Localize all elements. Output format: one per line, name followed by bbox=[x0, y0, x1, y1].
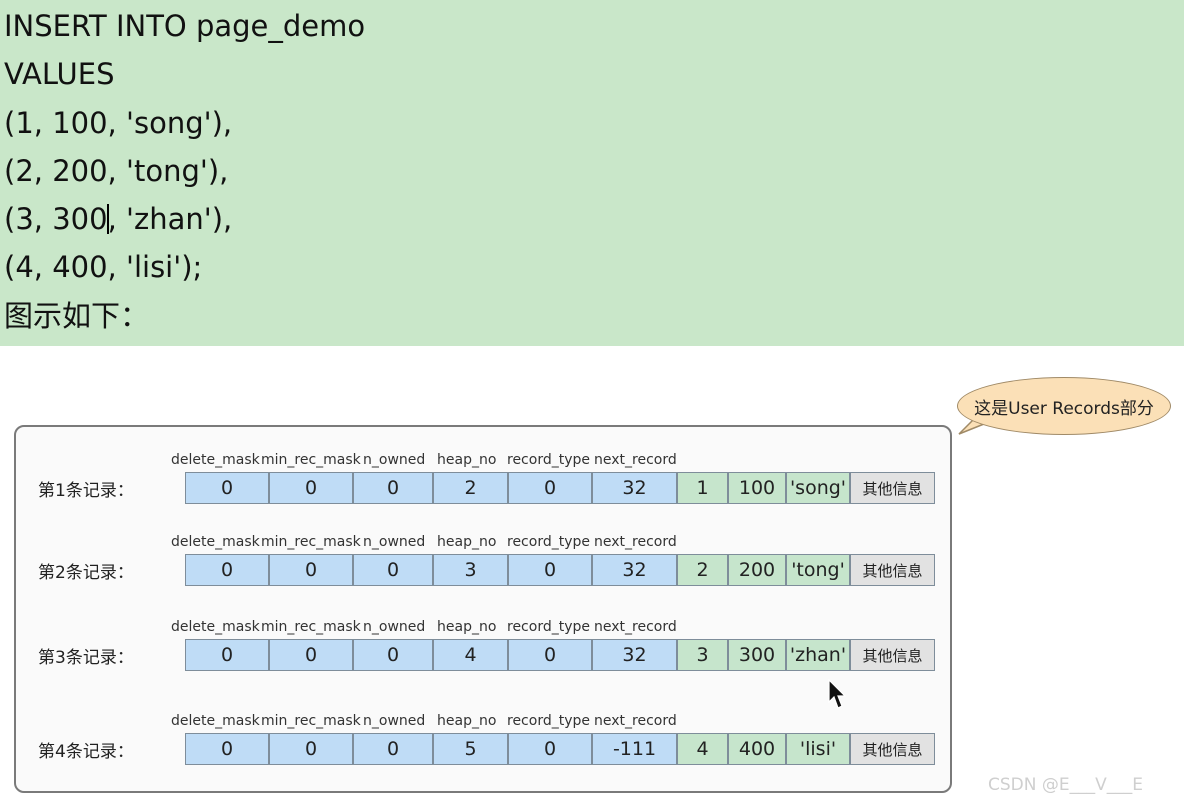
field-header: heap_no bbox=[437, 452, 497, 468]
field-header: delete_mask bbox=[171, 619, 260, 635]
column-value-cell: 200 bbox=[728, 554, 786, 586]
column-value-cell: 4 bbox=[677, 733, 728, 765]
field-header: delete_mask bbox=[171, 534, 260, 550]
watermark: CSDN @E___V___E bbox=[988, 775, 1143, 795]
field-header: record_type bbox=[507, 619, 590, 635]
record-label: 第1条记录： bbox=[38, 481, 134, 501]
header-value-cell: 0 bbox=[353, 639, 433, 671]
column-value-cell: 400 bbox=[728, 733, 786, 765]
other-info-cell: 其他信息 bbox=[850, 554, 935, 586]
header-value-cell: 0 bbox=[508, 733, 592, 765]
header-value-cell: 0 bbox=[353, 472, 433, 504]
record-label: 第4条记录： bbox=[38, 742, 134, 762]
code-line-3: (1, 100, 'song'), bbox=[4, 106, 233, 140]
header-value-cell: 0 bbox=[185, 554, 269, 586]
mouse-cursor-icon bbox=[828, 678, 847, 709]
code-line-1: INSERT INTO page_demo bbox=[4, 9, 366, 43]
field-header: next_record bbox=[594, 713, 677, 729]
header-value-cell: 0 bbox=[353, 554, 433, 586]
header-value-cell: 32 bbox=[592, 554, 677, 586]
field-header: delete_mask bbox=[171, 713, 260, 729]
field-header: n_owned bbox=[363, 452, 426, 468]
header-value-cell: 32 bbox=[592, 472, 677, 504]
record-label: 第3条记录： bbox=[38, 648, 134, 668]
callout-text: 这是User Records部分 bbox=[974, 398, 1154, 419]
column-value-cell: 'tong' bbox=[786, 554, 850, 586]
code-line-5: (3, 300, 'zhan'), bbox=[4, 202, 232, 236]
code-line-7: 图示如下： bbox=[4, 299, 150, 333]
record-label: 第2条记录： bbox=[38, 563, 134, 583]
header-value-cell: 0 bbox=[508, 554, 592, 586]
column-value-cell: 300 bbox=[728, 639, 786, 671]
field-header: heap_no bbox=[437, 534, 497, 550]
header-value-cell: 0 bbox=[185, 639, 269, 671]
code-line-2: VALUES bbox=[4, 57, 115, 91]
column-value-cell: 1 bbox=[677, 472, 728, 504]
field-header: n_owned bbox=[363, 713, 426, 729]
column-value-cell: 'lisi' bbox=[786, 733, 850, 765]
header-value-cell: 0 bbox=[269, 554, 353, 586]
code-line-4: (2, 200, 'tong'), bbox=[4, 154, 229, 188]
column-value-cell: 100 bbox=[728, 472, 786, 504]
field-header: delete_mask bbox=[171, 452, 260, 468]
other-info-cell: 其他信息 bbox=[850, 472, 935, 504]
user-records-callout: 这是User Records部分 bbox=[957, 377, 1171, 435]
code-line-6: (4, 400, 'lisi'); bbox=[4, 250, 203, 284]
other-info-cell: 其他信息 bbox=[850, 733, 935, 765]
field-header: min_rec_mask bbox=[261, 619, 361, 635]
field-header: next_record bbox=[594, 619, 677, 635]
header-value-cell: 2 bbox=[433, 472, 508, 504]
field-header: heap_no bbox=[437, 713, 497, 729]
header-value-cell: 0 bbox=[353, 733, 433, 765]
header-value-cell: 0 bbox=[185, 733, 269, 765]
header-value-cell: 0 bbox=[269, 639, 353, 671]
code-line-5-after-caret: , 'zhan'), bbox=[107, 202, 233, 236]
field-header: record_type bbox=[507, 452, 590, 468]
header-value-cell: 0 bbox=[269, 733, 353, 765]
header-value-cell: 5 bbox=[433, 733, 508, 765]
column-value-cell: 3 bbox=[677, 639, 728, 671]
field-header: record_type bbox=[507, 713, 590, 729]
field-header: min_rec_mask bbox=[261, 534, 361, 550]
field-header: heap_no bbox=[437, 619, 497, 635]
other-info-cell: 其他信息 bbox=[850, 639, 935, 671]
sql-code-block: INSERT INTO page_demo VALUES (1, 100, 's… bbox=[0, 0, 1184, 346]
header-value-cell: 3 bbox=[433, 554, 508, 586]
column-value-cell: 'song' bbox=[786, 472, 850, 504]
header-value-cell: 0 bbox=[185, 472, 269, 504]
code-line-5-before-caret: (3, 300 bbox=[4, 202, 108, 236]
header-value-cell: 0 bbox=[269, 472, 353, 504]
field-header: record_type bbox=[507, 534, 590, 550]
header-value-cell: 0 bbox=[508, 472, 592, 504]
column-value-cell: 2 bbox=[677, 554, 728, 586]
field-header: min_rec_mask bbox=[261, 452, 361, 468]
header-value-cell: 4 bbox=[433, 639, 508, 671]
header-value-cell: 32 bbox=[592, 639, 677, 671]
field-header: n_owned bbox=[363, 534, 426, 550]
field-header: n_owned bbox=[363, 619, 426, 635]
header-value-cell: 0 bbox=[508, 639, 592, 671]
field-header: next_record bbox=[594, 534, 677, 550]
field-header: min_rec_mask bbox=[261, 713, 361, 729]
header-value-cell: -111 bbox=[592, 733, 677, 765]
column-value-cell: 'zhan' bbox=[786, 639, 850, 671]
field-header: next_record bbox=[594, 452, 677, 468]
